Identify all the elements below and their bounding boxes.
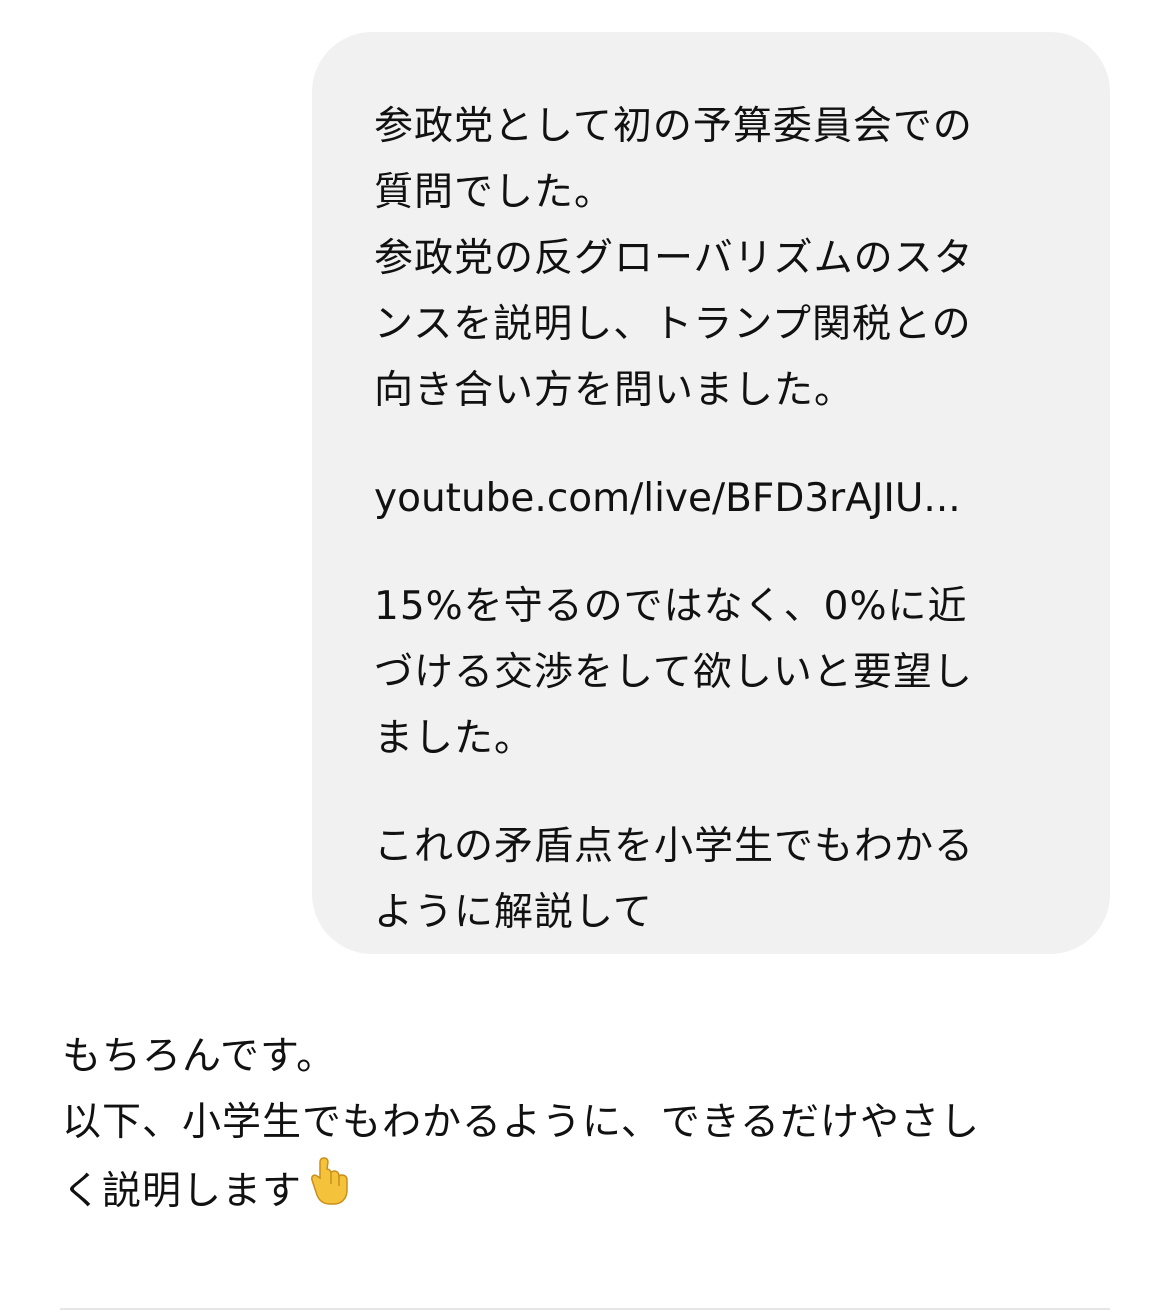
assistant-message-last-line: く説明します (62, 1156, 1122, 1231)
user-message-bubble: 参政党として初の予算委員会での 質問でした。 参政党の反グローバリズムのスタ ン… (312, 32, 1110, 954)
user-message-line: ンスを説明し、トランプ関税との (374, 302, 972, 347)
user-message-line: ました。 (374, 716, 535, 761)
assistant-message-line-text: く説明します (62, 1169, 303, 1214)
youtube-link[interactable]: youtube.com/live/BFD3rAJIU... (374, 466, 1050, 532)
assistant-message-line: もちろんです。 (62, 1034, 337, 1079)
user-message-line: 向き合い方を問いました。 (374, 368, 855, 413)
user-message-line: 15%を守るのではなく、0%に近 (374, 584, 968, 629)
assistant-message: もちろんです。 以下、小学生でもわかるように、できるだけやさし く説明します (62, 1024, 1122, 1231)
user-message-paragraph-3: これの矛盾点を小学生でもわかる ように解説して (374, 814, 1050, 946)
pointing-down-hand-icon (310, 1156, 350, 1231)
user-message-paragraph-1: 参政党として初の予算委員会での 質問でした。 参政党の反グローバリズムのスタ ン… (374, 94, 1050, 424)
user-message-line: これの矛盾点を小学生でもわかる (374, 824, 975, 869)
user-message-line: 参政党として初の予算委員会での (374, 104, 973, 149)
user-message-line: ように解説して (374, 890, 653, 935)
divider (60, 1308, 1110, 1310)
user-message-line: づける交渉をして欲しいと要望し (374, 650, 973, 695)
user-message-paragraph-2: 15%を守るのではなく、0%に近 づける交渉をして欲しいと要望し ました。 (374, 574, 1050, 772)
assistant-message-line: 以下、小学生でもわかるように、できるだけやさし (62, 1100, 981, 1145)
user-message-line: 参政党の反グローバリズムのスタ (374, 236, 974, 281)
user-message-line: 質問でした。 (374, 170, 615, 215)
